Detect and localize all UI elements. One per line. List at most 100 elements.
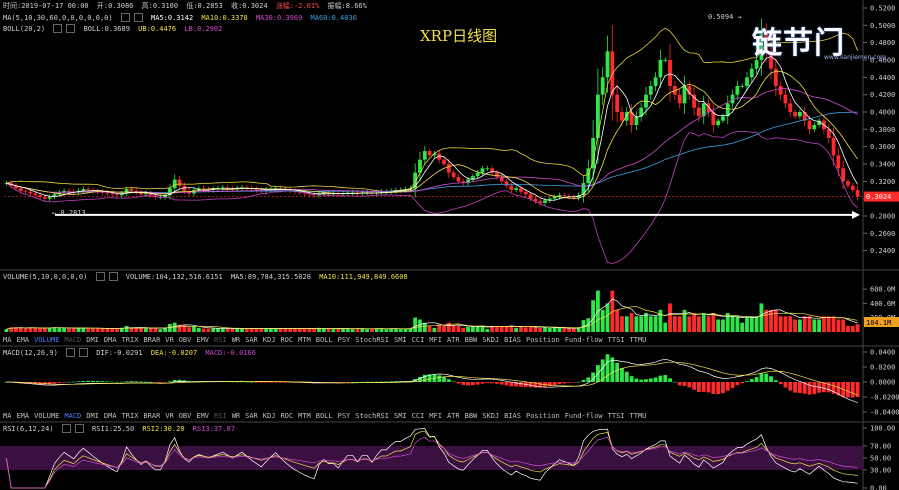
volume-bar — [427, 325, 432, 332]
tab-brar[interactable]: BRAR — [143, 336, 160, 344]
tab-atr[interactable]: ATR — [447, 412, 460, 420]
close-icon[interactable] — [108, 272, 118, 281]
tab-obv[interactable]: OBV — [179, 412, 192, 420]
close-icon[interactable] — [74, 424, 84, 433]
settings-icon[interactable] — [95, 272, 105, 281]
tab-mfi[interactable]: MFI — [429, 336, 442, 344]
settings-icon[interactable] — [61, 424, 71, 433]
volume-bar — [418, 319, 422, 332]
macd-bar — [850, 382, 855, 398]
tab-trix[interactable]: TRIX — [122, 336, 139, 344]
tab-dma[interactable]: DMA — [104, 336, 117, 344]
tab-ttmu[interactable]: TTMU — [630, 336, 647, 344]
tab-ttsi[interactable]: TTSI — [608, 412, 625, 420]
tab-volume[interactable]: VOLUME — [34, 336, 59, 344]
tab-vr[interactable]: VR — [165, 412, 173, 420]
tab-sar[interactable]: SAR — [245, 336, 258, 344]
tab-macd[interactable]: MACD — [64, 336, 81, 344]
tab-position[interactable]: Position — [526, 412, 560, 420]
tab-macd[interactable]: MACD — [64, 412, 81, 420]
tab-ma[interactable]: MA — [3, 412, 11, 420]
tab-mtm[interactable]: MTM — [298, 336, 311, 344]
tab-ttsi[interactable]: TTSI — [608, 336, 625, 344]
volume-bar — [672, 316, 677, 332]
tab-bias[interactable]: BIAS — [504, 336, 521, 344]
close-icon[interactable] — [66, 24, 76, 33]
tab-roc[interactable]: ROC — [280, 336, 293, 344]
tab-roc[interactable]: ROC — [280, 412, 293, 420]
tab-ma[interactable]: MA — [3, 336, 11, 344]
tab-dmi[interactable]: DMI — [86, 412, 99, 420]
tab-boll[interactable]: BOLL — [316, 412, 333, 420]
tab-ttmu[interactable]: TTMU — [630, 412, 647, 420]
tab-ema[interactable]: EMA — [16, 336, 29, 344]
volume-bar — [711, 313, 716, 332]
tab-psy[interactable]: PSY — [338, 412, 351, 420]
candle-body — [514, 188, 519, 190]
candle-body — [105, 192, 110, 194]
tab-rsi[interactable]: RSI — [214, 412, 227, 420]
candle-body — [42, 196, 47, 199]
amplitude-label: 振幅:8.66% — [327, 2, 367, 10]
tab-cci[interactable]: CCI — [412, 412, 425, 420]
close-icon[interactable] — [133, 13, 143, 22]
volume-bar — [307, 328, 312, 332]
tab-skdj[interactable]: SKDJ — [482, 336, 499, 344]
candle-body — [836, 155, 841, 169]
volume-bar — [297, 328, 302, 332]
tab-wr[interactable]: WR — [232, 336, 240, 344]
tab-vr[interactable]: VR — [165, 336, 173, 344]
tab-bias[interactable]: BIAS — [504, 412, 521, 420]
volume-bar — [422, 322, 427, 332]
tab-mfi[interactable]: MFI — [429, 412, 442, 420]
tab-smi[interactable]: SMI — [394, 336, 407, 344]
tab-sar[interactable]: SAR — [245, 412, 258, 420]
boll-value: BOLL:0.3689 — [83, 24, 130, 33]
tab-dma[interactable]: DMA — [104, 412, 117, 420]
volume-bar — [692, 313, 696, 332]
tab-stochrsi[interactable]: StochRSI — [355, 336, 389, 344]
macd-bar — [143, 381, 148, 383]
close-icon[interactable] — [79, 348, 89, 357]
tab-wr[interactable]: WR — [232, 412, 240, 420]
tab-trix[interactable]: TRIX — [122, 412, 139, 420]
macd-bar — [153, 382, 158, 383]
tab-cci[interactable]: CCI — [412, 336, 425, 344]
tab-bbw[interactable]: BBW — [465, 412, 478, 420]
tab-smi[interactable]: SMI — [394, 412, 407, 420]
tab-bbw[interactable]: BBW — [465, 336, 478, 344]
macd-bar — [461, 382, 466, 385]
ma30-line — [6, 88, 858, 194]
tab-position[interactable]: Position — [526, 336, 560, 344]
volume-bar — [701, 313, 706, 332]
candle-body — [610, 51, 615, 95]
volume-bar — [278, 328, 283, 332]
tab-psy[interactable]: PSY — [338, 336, 351, 344]
tab-emv[interactable]: EMV — [196, 412, 209, 420]
tab-kdj[interactable]: KDJ — [263, 412, 276, 420]
settings-icon[interactable] — [120, 13, 130, 22]
tab-stochrsi[interactable]: StochRSI — [355, 412, 389, 420]
tab-rsi[interactable]: RSI — [214, 336, 227, 344]
tab-kdj[interactable]: KDJ — [263, 336, 276, 344]
tab-skdj[interactable]: SKDJ — [482, 412, 499, 420]
tab-ema[interactable]: EMA — [16, 412, 29, 420]
macd-bar — [557, 382, 562, 385]
macd-bar — [658, 375, 663, 382]
tab-brar[interactable]: BRAR — [143, 412, 160, 420]
settings-icon[interactable] — [66, 348, 76, 357]
tab-fund-flow[interactable]: Fund-flow — [565, 412, 603, 420]
settings-icon[interactable] — [53, 24, 63, 33]
macd-bar — [620, 368, 624, 382]
volume-bar — [605, 303, 610, 332]
tab-atr[interactable]: ATR — [447, 336, 460, 344]
tab-obv[interactable]: OBV — [179, 336, 192, 344]
volume-bar — [769, 309, 773, 332]
tab-boll[interactable]: BOLL — [316, 336, 333, 344]
tab-mtm[interactable]: MTM — [298, 412, 311, 420]
tab-fund-flow[interactable]: Fund-flow — [565, 336, 603, 344]
macd-bar — [735, 382, 740, 386]
tab-dmi[interactable]: DMI — [86, 336, 99, 344]
tab-volume[interactable]: VOLUME — [34, 412, 59, 420]
tab-emv[interactable]: EMV — [196, 336, 209, 344]
